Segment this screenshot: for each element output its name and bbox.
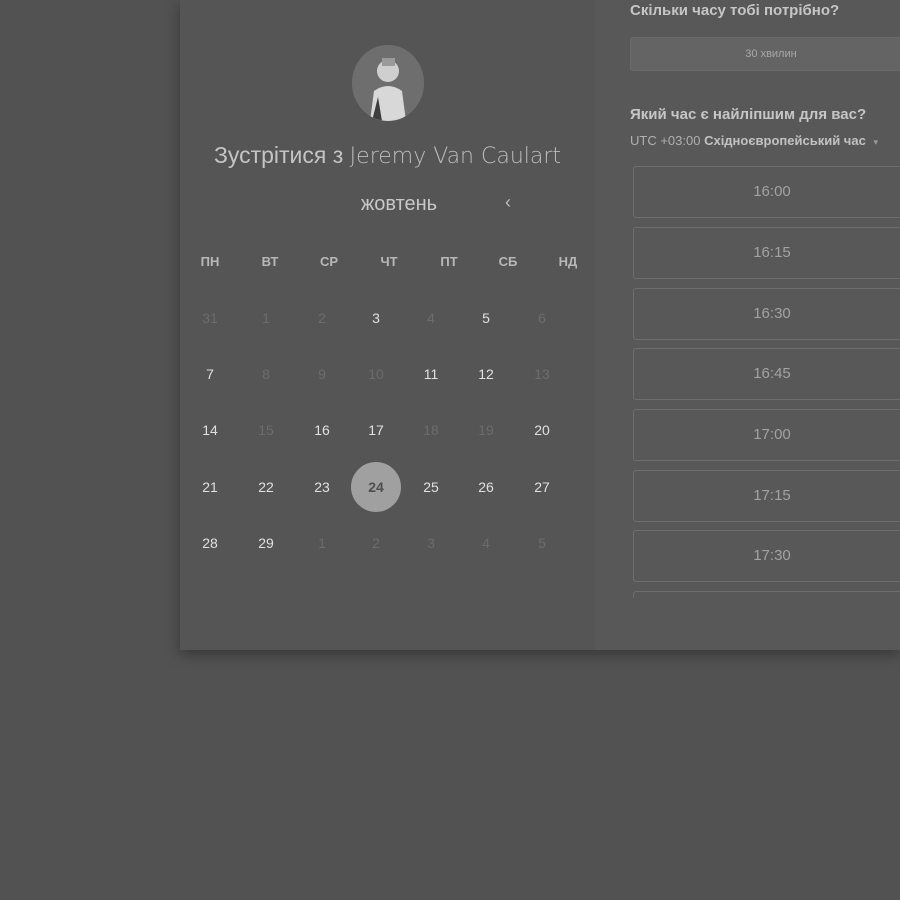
calendar-day: 10	[368, 366, 384, 382]
calendar-day: 5	[538, 535, 546, 551]
calendar-day: 2	[372, 535, 380, 551]
calendar-day[interactable]: 17	[354, 408, 398, 452]
calendar-day[interactable]: 12	[464, 352, 508, 396]
time-slot[interactable]: 16:15	[633, 227, 900, 279]
timezone-name: Східноєвропейський час	[704, 133, 866, 148]
calendar-day: 8	[262, 366, 270, 382]
calendar-day: 19	[478, 422, 494, 438]
calendar-day[interactable]: 20	[520, 408, 564, 452]
time-slot[interactable]: 16:30	[633, 288, 900, 340]
duration-question: Скільки часу тобі потрібно?	[630, 2, 840, 19]
calendar-day: 1	[318, 535, 326, 551]
caret-down-icon: ▾	[873, 137, 878, 147]
calendar-day: 9	[318, 366, 326, 382]
time-slot[interactable]: 17:30	[633, 530, 900, 582]
time-panel: Скільки часу тобі потрібно? 30 хвилин Як…	[595, 0, 900, 650]
calendar-grid: 31 1 2 3 4 5 6 7 8 9 10 11 12 13 14 15 16 17 18 19 20 21 22 23 2…	[180, 0, 595, 650]
calendar-day: 1	[262, 310, 270, 326]
time-slot-list[interactable]: 16:00 16:15 16:30 16:45 17:00 17:15 17:3…	[633, 166, 900, 598]
calendar-day[interactable]: 16	[300, 408, 344, 452]
calendar-day: 15	[258, 422, 274, 438]
calendar-day: 4	[427, 310, 435, 326]
calendar-day[interactable]: 14	[188, 408, 232, 452]
calendar-day[interactable]: 23	[300, 465, 344, 509]
calendar-day[interactable]: 5	[464, 296, 508, 340]
duration-select[interactable]: 30 хвилин	[630, 37, 900, 71]
calendar-day[interactable]: 7	[188, 352, 232, 396]
calendar-day[interactable]: 26	[464, 465, 508, 509]
calendar-day: 3	[427, 535, 435, 551]
calendar-day[interactable]: 22	[244, 465, 288, 509]
calendar-panel: Зустрітися з Jeremy Van Caulart ‹ жовтен…	[180, 0, 633, 650]
time-slot[interactable]: 16:00	[633, 166, 900, 218]
calendar-day-selected[interactable]: 24	[351, 462, 401, 512]
time-slot[interactable]	[633, 591, 900, 598]
calendar-day: 6	[538, 310, 546, 326]
time-slot[interactable]: 17:15	[633, 470, 900, 522]
calendar-day[interactable]: 27	[520, 465, 564, 509]
timezone-offset: UTC +03:00	[630, 133, 701, 148]
calendar-day: 13	[534, 366, 550, 382]
calendar-day: 4	[482, 535, 490, 551]
calendar-day[interactable]: 25	[409, 465, 453, 509]
calendar-day[interactable]: 28	[188, 521, 232, 565]
calendar-day[interactable]: 3	[354, 296, 398, 340]
time-slot[interactable]: 16:45	[633, 348, 900, 400]
time-slot[interactable]: 17:00	[633, 409, 900, 461]
timezone-selector[interactable]: UTC +03:00 Східноєвропейський час ▾	[630, 133, 878, 148]
booking-card: Зустрітися з Jeremy Van Caulart ‹ жовтен…	[180, 0, 900, 650]
calendar-day: 2	[318, 310, 326, 326]
calendar-day[interactable]: 21	[188, 465, 232, 509]
calendar-day: 18	[423, 422, 439, 438]
calendar-day[interactable]: 29	[244, 521, 288, 565]
time-question: Який час є найліпшим для вас?	[630, 106, 867, 123]
calendar-day: 31	[202, 310, 218, 326]
calendar-day[interactable]: 11	[409, 352, 453, 396]
